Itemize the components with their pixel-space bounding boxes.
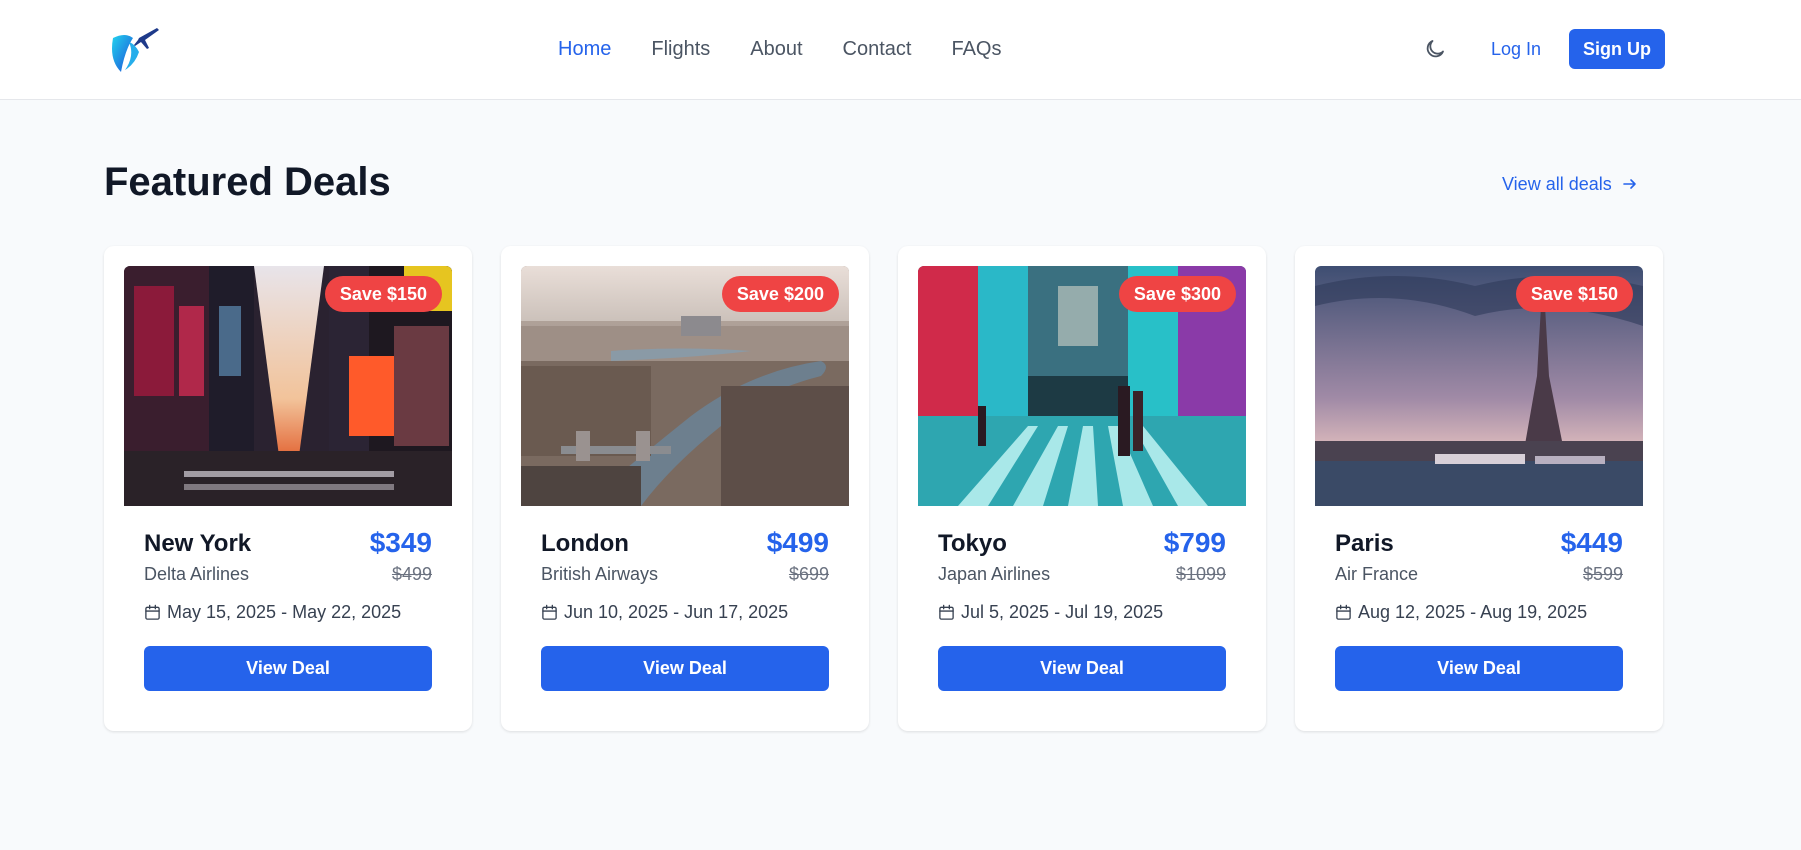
save-badge: Save $150 (324, 276, 442, 312)
deal-airline: British Airways (541, 564, 659, 584)
deal-old-price: $699 (788, 564, 829, 584)
calendar-icon (145, 604, 160, 620)
main-nav: Home Flights About Contact FAQs (558, 34, 1001, 64)
arrow-right-icon (1622, 179, 1636, 189)
deal-card: Save $300 Tokyo $799 Japan Airlines $109… (898, 246, 1266, 731)
view-deal-button[interactable]: View Deal (1335, 646, 1623, 691)
deal-airline: Delta Airlines (144, 564, 250, 584)
calendar-icon (939, 604, 954, 620)
deal-image-tokyo: Save $300 (918, 266, 1246, 506)
view-deal-button[interactable]: View Deal (541, 646, 829, 691)
view-all-deals-link[interactable]: View all deals (1502, 171, 1638, 197)
deal-dates: Aug 12, 2025 - Aug 19, 2025 (1335, 600, 1587, 624)
deal-dates: Jul 5, 2025 - Jul 19, 2025 (938, 600, 1163, 624)
navbar: Home Flights About Contact FAQs Log In S… (0, 0, 1801, 100)
deal-card: Save $200 London $499 British Airways $6… (501, 246, 869, 731)
deal-dates: May 15, 2025 - May 22, 2025 (144, 600, 401, 624)
theme-toggle-button[interactable] (1420, 34, 1450, 64)
save-badge: Save $300 (1118, 276, 1236, 312)
deal-dates-text: Jul 5, 2025 - Jul 19, 2025 (961, 602, 1164, 622)
deal-card: Save $150 New York $349 Delta Airlines $… (104, 246, 472, 731)
deal-price: $349 (369, 527, 432, 558)
calendar-icon (1336, 604, 1351, 620)
save-badge: Save $200 (721, 276, 839, 312)
deal-dates-text: Aug 12, 2025 - Aug 19, 2025 (1358, 602, 1588, 622)
nav-link-home[interactable]: Home (558, 34, 611, 64)
deal-city: New York (144, 530, 252, 557)
deal-old-price: $499 (391, 564, 432, 584)
deal-image-london: Save $200 (521, 266, 849, 506)
deal-old-price: $1099 (1175, 564, 1226, 584)
deal-old-price: $599 (1582, 564, 1623, 584)
nav-link-contact[interactable]: Contact (843, 34, 912, 64)
deal-city: Tokyo (938, 530, 1007, 557)
deal-price: $449 (1560, 527, 1623, 558)
nav-link-flights[interactable]: Flights (651, 34, 710, 64)
nav-link-about[interactable]: About (750, 34, 802, 64)
deal-image-paris: Save $150 (1315, 266, 1643, 506)
logo-icon[interactable] (105, 24, 161, 74)
deal-price: $499 (766, 527, 829, 558)
deal-dates: Jun 10, 2025 - Jun 17, 2025 (541, 600, 788, 624)
deal-airline: Japan Airlines (938, 564, 1051, 584)
deal-price: $799 (1163, 527, 1226, 558)
section-title: Featured Deals (104, 160, 391, 204)
deal-city: London (541, 530, 629, 557)
view-deal-button[interactable]: View Deal (144, 646, 432, 691)
calendar-icon (542, 604, 557, 620)
signup-button[interactable]: Sign Up (1569, 29, 1665, 69)
login-link[interactable]: Log In (1491, 36, 1541, 62)
deal-dates-text: May 15, 2025 - May 22, 2025 (167, 602, 402, 622)
deal-card: Save $150 Paris $449 Air France $599 Aug… (1295, 246, 1663, 731)
deal-image-new-york: Save $150 (124, 266, 452, 506)
view-all-label: View all deals (1502, 174, 1612, 194)
deal-airline: Air France (1335, 564, 1419, 584)
deal-dates-text: Jun 10, 2025 - Jun 17, 2025 (564, 602, 789, 622)
save-badge: Save $150 (1515, 276, 1633, 312)
nav-link-faqs[interactable]: FAQs (951, 34, 1001, 64)
view-deal-button[interactable]: View Deal (938, 646, 1226, 691)
deal-city: Paris (1335, 530, 1394, 557)
moon-icon (1426, 40, 1444, 58)
